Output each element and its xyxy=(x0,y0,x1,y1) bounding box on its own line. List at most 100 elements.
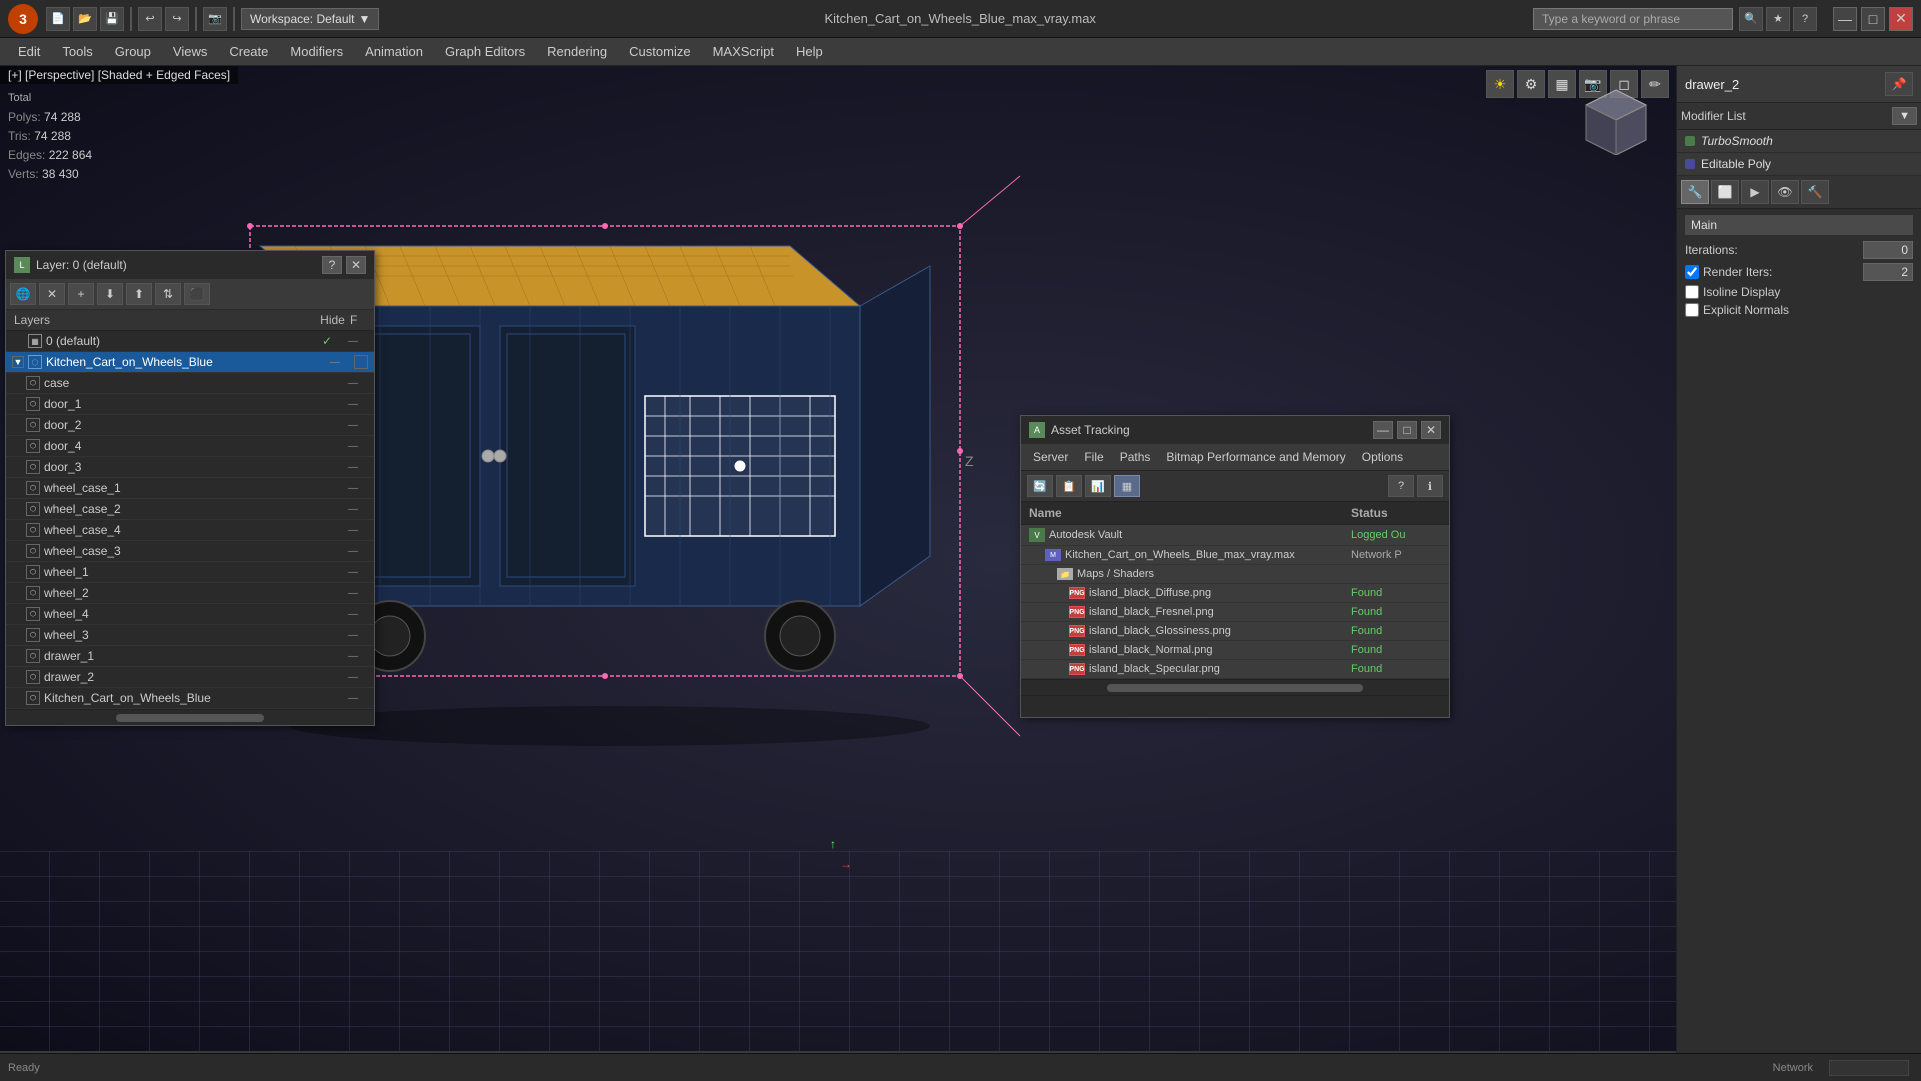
layer-item[interactable]: ⬡ drawer_1 — xyxy=(6,646,374,667)
layer-item[interactable]: ⬡ wheel_case_2 — xyxy=(6,499,374,520)
layer-item[interactable]: ⬡ door_3 — xyxy=(6,457,374,478)
save-button[interactable]: 💾 xyxy=(100,7,124,31)
asset-row-folder[interactable]: 📁 Maps / Shaders xyxy=(1021,565,1449,584)
asset-minimize-button[interactable]: — xyxy=(1373,421,1393,439)
menu-customize[interactable]: Customize xyxy=(619,40,700,63)
layer-item[interactable]: ⬡ wheel_case_1 — xyxy=(6,478,374,499)
asset-icon-help[interactable]: ? xyxy=(1388,475,1414,497)
menu-graph-editors[interactable]: Graph Editors xyxy=(435,40,535,63)
lighting-icon[interactable]: ☀ xyxy=(1486,70,1514,98)
layer-item[interactable]: ⬡ wheel_4 — xyxy=(6,604,374,625)
undo-button[interactable]: ↩ xyxy=(138,7,162,31)
asset-row-specular[interactable]: PNG island_black_Specular.png Found xyxy=(1021,660,1449,679)
folder-icon: 📁 xyxy=(1057,568,1073,580)
modifier-active-dot xyxy=(1685,136,1695,146)
search-icon[interactable]: 🔍 xyxy=(1739,7,1763,31)
asset-row-normal[interactable]: PNG island_black_Normal.png Found xyxy=(1021,641,1449,660)
layer-btn-5[interactable]: ⬆ xyxy=(126,283,152,305)
asset-menu-paths[interactable]: Paths xyxy=(1116,448,1155,466)
asset-row-max[interactable]: M Kitchen_Cart_on_Wheels_Blue_max_vray.m… xyxy=(1021,546,1449,565)
asset-row-vault[interactable]: V Autodesk Vault Logged Ou xyxy=(1021,525,1449,546)
layer-item[interactable]: ⬡ Kitchen_Cart_on_Wheels_Blue — xyxy=(6,688,374,709)
layer-btn-1[interactable]: 🌐 xyxy=(10,283,36,305)
layer-item[interactable]: ⬡ wheel_3 — xyxy=(6,625,374,646)
ts-render-iters-check[interactable] xyxy=(1685,265,1699,279)
layer-scrollbar[interactable] xyxy=(6,709,374,725)
ts-render-iters-input[interactable] xyxy=(1863,263,1913,281)
menu-help[interactable]: Help xyxy=(786,40,833,63)
menu-maxscript[interactable]: MAXScript xyxy=(703,40,784,63)
panel-icon-hierarchy[interactable]: ⬜ xyxy=(1711,180,1739,204)
asset-icon-info[interactable]: ℹ xyxy=(1417,475,1443,497)
asset-menu-options[interactable]: Options xyxy=(1358,448,1407,466)
layer-item[interactable]: ▦ 0 (default) ✓ — xyxy=(6,331,374,352)
open-button[interactable]: 📂 xyxy=(73,7,97,31)
layer-item[interactable]: ⬡ wheel_2 — xyxy=(6,583,374,604)
ts-explicit-label: Explicit Normals xyxy=(1703,303,1789,317)
minimize-button[interactable]: — xyxy=(1833,7,1857,31)
menu-modifiers[interactable]: Modifiers xyxy=(280,40,353,63)
layer-btn-4[interactable]: ⬇ xyxy=(97,283,123,305)
layer-item[interactable]: ⬡ wheel_1 — xyxy=(6,562,374,583)
redo-button[interactable]: ↪ xyxy=(165,7,189,31)
asset-row-diffuse[interactable]: PNG island_black_Diffuse.png Found xyxy=(1021,584,1449,603)
ts-isoline-check[interactable] xyxy=(1685,285,1699,299)
layer-btn-6[interactable]: ⇅ xyxy=(155,283,181,305)
stats-panel: Total Polys: 74 288 Tris: 74 288 Edges: … xyxy=(8,90,92,184)
layer-list[interactable]: ▦ 0 (default) ✓ — ▼ ⬡ Kitchen_Cart_on_Wh… xyxy=(6,331,374,709)
modifier-list-dropdown[interactable]: ▼ xyxy=(1892,107,1917,125)
ts-iterations-input[interactable] xyxy=(1863,241,1913,259)
panel-icon-motion[interactable]: ▶ xyxy=(1741,180,1769,204)
asset-maximize-button[interactable]: □ xyxy=(1397,421,1417,439)
asset-menu-file[interactable]: File xyxy=(1080,448,1107,466)
render-button[interactable]: 📷 xyxy=(203,7,227,31)
ts-explicit-check[interactable] xyxy=(1685,303,1699,317)
layer-item[interactable]: ⬡ wheel_case_4 — xyxy=(6,520,374,541)
menu-edit[interactable]: Edit xyxy=(8,40,50,63)
layer-item-selected[interactable]: ▼ ⬡ Kitchen_Cart_on_Wheels_Blue — xyxy=(6,352,374,373)
layer-item[interactable]: ⬡ door_1 — xyxy=(6,394,374,415)
asset-close-button[interactable]: ✕ xyxy=(1421,421,1441,439)
layer-btn-7[interactable]: ⬛ xyxy=(184,283,210,305)
maximize-button[interactable]: □ xyxy=(1861,7,1885,31)
help-icon[interactable]: ? xyxy=(1793,7,1817,31)
modifier-turbosmooth[interactable]: TurboSmooth xyxy=(1677,130,1921,153)
asset-row-fresnel[interactable]: PNG island_black_Fresnel.png Found xyxy=(1021,603,1449,622)
layer-item[interactable]: ⬡ door_2 — xyxy=(6,415,374,436)
asset-icon-1[interactable]: 🔄 xyxy=(1027,475,1053,497)
viewport-settings-icon[interactable]: ⚙ xyxy=(1517,70,1545,98)
menu-tools[interactable]: Tools xyxy=(52,40,102,63)
menu-animation[interactable]: Animation xyxy=(355,40,433,63)
menu-views[interactable]: Views xyxy=(163,40,217,63)
asset-row-glossiness[interactable]: PNG island_black_Glossiness.png Found xyxy=(1021,622,1449,641)
panel-icon-util[interactable]: 🔨 xyxy=(1801,180,1829,204)
panel-icon-display[interactable]: 👁 xyxy=(1771,180,1799,204)
layer-item[interactable]: ⬡ drawer_2 — xyxy=(6,667,374,688)
layer-expand[interactable]: ▼ xyxy=(12,356,24,368)
layer-item[interactable]: ⬡ door_4 — xyxy=(6,436,374,457)
close-button[interactable]: ✕ xyxy=(1889,7,1913,31)
asset-icon-3[interactable]: 📊 xyxy=(1085,475,1111,497)
menu-group[interactable]: Group xyxy=(105,40,161,63)
layer-help-button[interactable]: ? xyxy=(322,256,342,274)
menu-create[interactable]: Create xyxy=(219,40,278,63)
menu-rendering[interactable]: Rendering xyxy=(537,40,617,63)
asset-scrollbar-h[interactable] xyxy=(1021,679,1449,695)
layer-btn-2[interactable]: ✕ xyxy=(39,283,65,305)
asset-menu-server[interactable]: Server xyxy=(1029,448,1072,466)
search-input[interactable] xyxy=(1533,8,1733,30)
workspace-selector[interactable]: Workspace: Default ▼ xyxy=(241,8,379,30)
new-button[interactable]: 📄 xyxy=(46,7,70,31)
bookmark-icon[interactable]: ★ xyxy=(1766,7,1790,31)
asset-menu-bitmap[interactable]: Bitmap Performance and Memory xyxy=(1162,448,1349,466)
modifier-editable-poly[interactable]: Editable Poly xyxy=(1677,153,1921,176)
asset-icon-4[interactable]: ▦ xyxy=(1114,475,1140,497)
layer-item[interactable]: ⬡ wheel_case_3 — xyxy=(6,541,374,562)
panel-icon-modifier[interactable]: 🔧 xyxy=(1681,180,1709,204)
cube-nav[interactable] xyxy=(1571,80,1661,160)
layer-btn-3[interactable]: + xyxy=(68,283,94,305)
layer-item[interactable]: ⬡ case — xyxy=(6,373,374,394)
panel-pin-icon[interactable]: 📌 xyxy=(1885,72,1913,96)
layer-close-button[interactable]: ✕ xyxy=(346,256,366,274)
asset-icon-2[interactable]: 📋 xyxy=(1056,475,1082,497)
